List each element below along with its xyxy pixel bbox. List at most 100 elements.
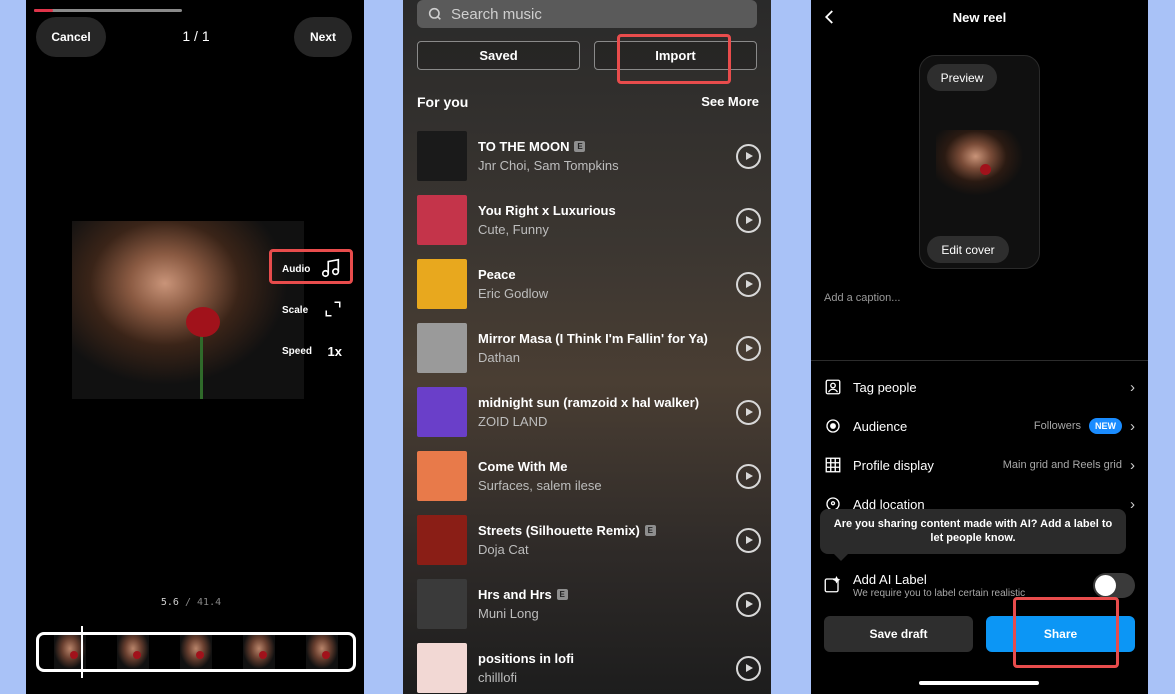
- video-preview[interactable]: [72, 221, 304, 399]
- time-separator: /: [184, 597, 191, 608]
- play-icon[interactable]: [736, 527, 761, 553]
- track-title: TO THE MOON: [478, 139, 570, 154]
- track-row[interactable]: Peace Eric Godlow: [417, 258, 761, 310]
- track-artist: Doja Cat: [478, 542, 529, 557]
- share-button[interactable]: Share: [986, 616, 1135, 652]
- profile-display-label: Profile display: [853, 457, 934, 473]
- timeline-thumbnail: [242, 635, 275, 669]
- tag-person-icon: [823, 377, 843, 397]
- chevron-right-icon: ›: [1130, 417, 1135, 435]
- play-icon[interactable]: [736, 463, 761, 489]
- track-title-line: Peace: [478, 267, 736, 282]
- edit-cover-button[interactable]: Edit cover: [927, 236, 1009, 263]
- audio-tool-button[interactable]: Audio: [276, 254, 348, 284]
- track-text: You Right x Luxurious Cute, Funny: [478, 203, 736, 237]
- timeline-thumbnail: [179, 635, 212, 669]
- explicit-icon: E: [644, 525, 656, 536]
- ai-label-row: Add AI Label We require you to label cer…: [823, 572, 1135, 602]
- timeline-strip[interactable]: [36, 632, 356, 672]
- play-icon[interactable]: [736, 271, 761, 297]
- search-icon: [427, 6, 443, 22]
- chevron-right-icon: ›: [1130, 378, 1135, 396]
- rose: [186, 307, 220, 337]
- track-text: positions in lofi chilllofi: [478, 651, 736, 685]
- video-editor-panel: Cancel 1 / 1 Next Audio Scale Speed 1x 5…: [26, 0, 364, 694]
- preview-button[interactable]: Preview: [927, 64, 997, 91]
- profile-display-row[interactable]: Profile display Main grid and Reels grid…: [823, 452, 1135, 478]
- track-title: Come With Me: [478, 459, 568, 474]
- cancel-button[interactable]: Cancel: [36, 17, 106, 57]
- reel-thumbnail: [936, 130, 1024, 196]
- reel-preview-card: Preview Edit cover: [919, 55, 1040, 269]
- music-note-icon: [320, 257, 342, 282]
- next-button[interactable]: Next: [294, 17, 352, 57]
- caption-input[interactable]: Add a caption...: [824, 292, 900, 304]
- track-text: Streets (Silhouette Remix) E Doja Cat: [478, 523, 736, 557]
- ai-label-toggle[interactable]: [1093, 573, 1135, 598]
- play-icon[interactable]: [736, 143, 761, 169]
- track-artist: Muni Long: [478, 606, 539, 621]
- chevron-right-icon: ›: [1130, 456, 1135, 474]
- speed-1x-icon: 1x: [327, 343, 342, 359]
- track-title-line: You Right x Luxurious: [478, 203, 736, 218]
- ai-label-icon: [823, 575, 841, 599]
- audience-value: Followers: [1033, 420, 1081, 432]
- track-row[interactable]: TO THE MOON E Jnr Choi, Sam Tompkins: [417, 130, 761, 182]
- track-artist: Surfaces, salem ilese: [478, 478, 602, 493]
- play-icon[interactable]: [736, 207, 761, 233]
- track-row[interactable]: Come With Me Surfaces, salem ilese: [417, 450, 761, 502]
- track-row[interactable]: Mirror Masa (I Think I'm Fallin' for Ya)…: [417, 322, 761, 374]
- track-title-line: midnight sun (ramzoid x hal walker): [478, 395, 736, 410]
- toggle-knob: [1095, 575, 1116, 596]
- audience-row[interactable]: Audience Followers NEW ›: [823, 413, 1135, 439]
- save-draft-button[interactable]: Save draft: [824, 616, 973, 652]
- see-more-link[interactable]: See More: [701, 94, 759, 110]
- album-art: [417, 515, 467, 565]
- new-badge: NEW: [1089, 418, 1122, 434]
- track-artist: ZOID LAND: [478, 414, 548, 429]
- search-placeholder: Search music: [451, 5, 542, 23]
- track-row[interactable]: Streets (Silhouette Remix) E Doja Cat: [417, 514, 761, 566]
- expand-icon: [324, 300, 342, 321]
- ai-label-title: Add AI Label: [853, 572, 927, 587]
- track-text: Hrs and Hrs E Muni Long: [478, 587, 736, 621]
- track-title-line: Streets (Silhouette Remix) E: [478, 523, 736, 538]
- clip-counter: 1 / 1: [182, 28, 210, 44]
- track-artist: Dathan: [478, 350, 520, 365]
- album-art: [417, 387, 467, 437]
- time-readout: 5.6 / 41.4: [126, 597, 256, 608]
- track-title: Peace: [478, 267, 516, 282]
- search-music-input[interactable]: Search music: [417, 0, 757, 28]
- audio-tool-label: Audio: [282, 263, 311, 275]
- play-icon[interactable]: [736, 399, 761, 425]
- track-text: Mirror Masa (I Think I'm Fallin' for Ya)…: [478, 331, 736, 365]
- playhead[interactable]: [81, 626, 83, 678]
- track-row[interactable]: positions in lofi chilllofi: [417, 642, 761, 694]
- play-icon[interactable]: [736, 335, 761, 361]
- scale-tool-button[interactable]: Scale: [276, 295, 348, 325]
- tag-people-label: Tag people: [853, 379, 917, 395]
- explicit-icon: E: [556, 589, 568, 600]
- track-row[interactable]: midnight sun (ramzoid x hal walker) ZOID …: [417, 386, 761, 438]
- speed-tool-button[interactable]: Speed 1x: [276, 336, 348, 366]
- track-artist: Cute, Funny: [478, 222, 549, 237]
- play-icon[interactable]: [736, 591, 761, 617]
- track-title-line: Hrs and Hrs E: [478, 587, 736, 602]
- play-icon[interactable]: [736, 655, 761, 681]
- tab-import[interactable]: Import: [594, 41, 757, 70]
- ai-label-tooltip: Are you sharing content made with AI? Ad…: [820, 509, 1126, 561]
- section-title: For you: [417, 94, 469, 110]
- tag-people-row[interactable]: Tag people ›: [823, 374, 1135, 400]
- track-title: midnight sun (ramzoid x hal walker): [478, 395, 700, 410]
- album-art: [417, 259, 467, 309]
- track-title: positions in lofi: [478, 651, 575, 666]
- album-art: [417, 643, 467, 693]
- tab-saved[interactable]: Saved: [417, 41, 580, 70]
- time-current: 5.6: [160, 597, 179, 608]
- speed-tool-label: Speed: [282, 345, 313, 357]
- album-art: [417, 131, 467, 181]
- ai-label-subtitle: We require you to label certain realisti…: [853, 588, 1026, 599]
- track-row[interactable]: You Right x Luxurious Cute, Funny: [417, 194, 761, 246]
- chevron-right-icon: ›: [1130, 495, 1135, 513]
- track-row[interactable]: Hrs and Hrs E Muni Long: [417, 578, 761, 630]
